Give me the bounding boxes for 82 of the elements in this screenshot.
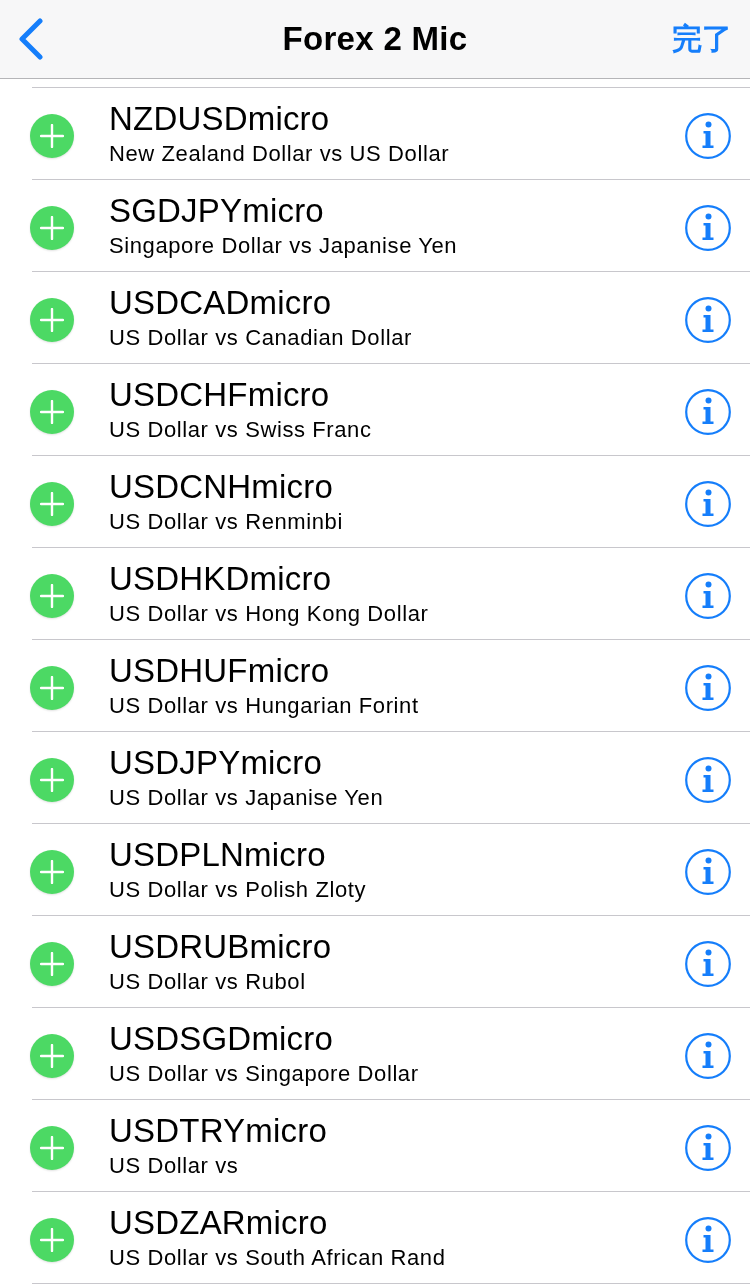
info-icon (685, 756, 731, 803)
add-button[interactable] (30, 849, 74, 894)
symbol-name: USDCHFmicro (109, 375, 331, 414)
add-button[interactable] (30, 1125, 74, 1170)
info-button[interactable] (685, 480, 731, 527)
add-button[interactable] (30, 1033, 74, 1078)
info-button[interactable] (685, 572, 731, 619)
screen-title: Forex 2 Mic (282, 20, 468, 58)
plus-icon (40, 215, 64, 240)
plus-icon (40, 859, 64, 884)
done-button[interactable]: 完了 (672, 19, 748, 59)
info-button[interactable] (685, 1124, 731, 1171)
symbol-name: USDHUFmicro (109, 651, 331, 690)
symbol-description: US Dollar vs (109, 1151, 240, 1180)
plus-icon (40, 767, 64, 792)
add-button[interactable] (30, 389, 74, 434)
symbol-description: US Dollar vs Singapore Dollar (109, 1059, 420, 1088)
info-icon (685, 1032, 731, 1079)
plus-icon (40, 951, 64, 976)
plus-icon (40, 675, 64, 700)
add-button[interactable] (30, 757, 74, 802)
info-icon (685, 572, 731, 619)
info-button[interactable] (685, 1216, 731, 1263)
back-button[interactable] (18, 18, 44, 60)
info-icon (685, 480, 731, 527)
symbol-description: US Dollar vs South African Rand (109, 1243, 447, 1272)
symbol-description: US Dollar vs Renminbi (109, 507, 344, 536)
symbol-name: USDZARmicro (109, 1203, 329, 1242)
symbol-description: US Dollar vs Rubol (109, 967, 307, 996)
plus-icon (40, 583, 64, 608)
info-button[interactable] (685, 756, 731, 803)
symbol-description: Singapore Dollar vs Japanise Yen (109, 231, 459, 260)
add-button[interactable] (30, 297, 74, 342)
plus-icon (40, 1227, 64, 1252)
plus-icon (40, 491, 64, 516)
info-icon (685, 848, 731, 895)
symbol-name: NZDUSDmicro (109, 99, 331, 138)
back-chevron-icon (18, 18, 44, 60)
symbol-name: USDHKDmicro (109, 559, 333, 598)
add-button[interactable] (30, 941, 74, 986)
add-button[interactable] (30, 573, 74, 618)
symbol-name: USDCADmicro (109, 283, 333, 322)
add-button[interactable] (30, 205, 74, 250)
symbol-description: US Dollar vs Hungarian Forint (109, 691, 420, 720)
add-button[interactable] (30, 481, 74, 526)
info-icon (685, 1216, 731, 1263)
add-button[interactable] (30, 113, 74, 158)
info-button[interactable] (685, 940, 731, 987)
info-button[interactable] (685, 204, 731, 251)
symbol-name: USDCNHmicro (109, 467, 335, 506)
symbol-name: USDPLNmicro (109, 835, 327, 874)
symbol-description: US Dollar vs Canadian Dollar (109, 323, 413, 352)
symbol-description: US Dollar vs Polish Zloty (109, 875, 368, 904)
plus-icon (40, 123, 64, 148)
info-icon (685, 664, 731, 711)
symbol-name: USDJPYmicro (109, 743, 324, 782)
info-icon (685, 940, 731, 987)
symbol-name: USDRUBmicro (109, 927, 333, 966)
info-button[interactable] (685, 1032, 731, 1079)
plus-icon (40, 1135, 64, 1160)
info-button[interactable] (685, 848, 731, 895)
add-button[interactable] (30, 665, 74, 710)
info-button[interactable] (685, 664, 731, 711)
info-button[interactable] (685, 296, 731, 343)
info-icon (685, 296, 731, 343)
plus-icon (40, 399, 64, 424)
symbol-name: USDTRYmicro (109, 1111, 328, 1150)
symbol-description: US Dollar vs Swiss Franc (109, 415, 373, 444)
info-button[interactable] (685, 112, 731, 159)
info-icon (685, 204, 731, 251)
symbol-description: US Dollar vs Hong Kong Dollar (109, 599, 430, 628)
info-button[interactable] (685, 388, 731, 435)
symbol-description: US Dollar vs Japanise Yen (109, 783, 385, 812)
symbol-name: USDSGDmicro (109, 1019, 335, 1058)
symbol-description: New Zealand Dollar vs US Dollar (109, 139, 451, 168)
plus-icon (40, 1043, 64, 1068)
info-icon (685, 112, 731, 159)
add-button[interactable] (30, 1217, 74, 1262)
symbol-name: SGDJPYmicro (109, 191, 325, 230)
info-icon (685, 1124, 731, 1171)
info-icon (685, 388, 731, 435)
plus-icon (40, 307, 64, 332)
